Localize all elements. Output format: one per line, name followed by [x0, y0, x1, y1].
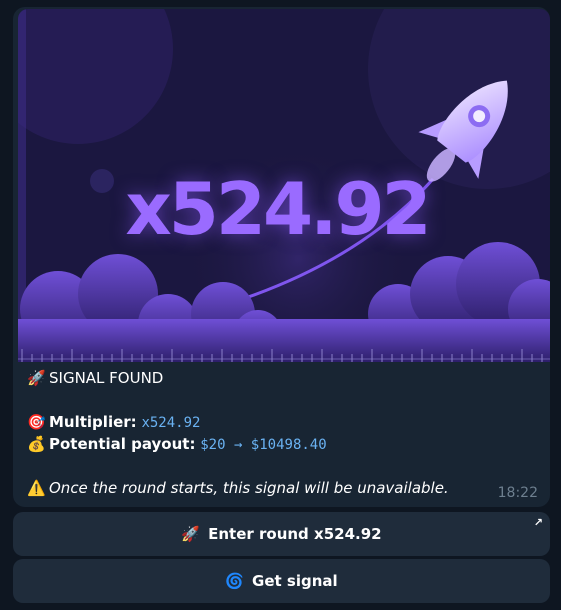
multiplier-value[interactable]: x524.92	[141, 415, 200, 431]
message-text: 🚀 SIGNAL FOUND 🎯 Multiplier: x524.92 💰 Pote…	[27, 367, 537, 499]
enter-round-label: Enter round x524.92	[208, 525, 382, 543]
message-time: 18:22	[497, 485, 538, 501]
signal-title: SIGNAL FOUND	[49, 369, 164, 387]
target-icon: 🎯	[27, 413, 46, 431]
warning-line: ⚠️ Once the round starts, this signal wil…	[27, 477, 537, 499]
cyclone-icon: 🌀	[225, 572, 245, 590]
enter-round-button[interactable]: 🚀 Enter round x524.92 ↗	[13, 512, 550, 556]
payout-line: 💰 Potential payout: $20 → $10498.40	[27, 433, 537, 455]
title-line: 🚀 SIGNAL FOUND	[27, 367, 537, 389]
multiplier-label: Multiplier:	[49, 413, 137, 431]
payout-label: Potential payout:	[49, 435, 196, 453]
hero-multiplier-text: x524.92	[125, 167, 431, 251]
message-bubble: x524.92 🚀 SIGNAL FOUND 🎯 Multiplier: x524.…	[13, 7, 550, 507]
rocket-icon: 🚀	[181, 525, 201, 543]
multiplier-line: 🎯 Multiplier: x524.92	[27, 411, 537, 433]
get-signal-button[interactable]: 🌀 Get signal	[13, 559, 550, 603]
money-bag-icon: 💰	[27, 435, 46, 453]
payout-value[interactable]: $20 → $10498.40	[200, 437, 326, 453]
external-link-arrow-icon: ↗	[533, 516, 543, 529]
rocket-icon: 🚀	[27, 369, 46, 387]
warning-text: Once the round starts, this signal will …	[49, 479, 449, 497]
warning-icon: ⚠️	[27, 479, 46, 497]
get-signal-label: Get signal	[252, 572, 338, 590]
signal-image[interactable]: x524.92	[18, 9, 550, 362]
